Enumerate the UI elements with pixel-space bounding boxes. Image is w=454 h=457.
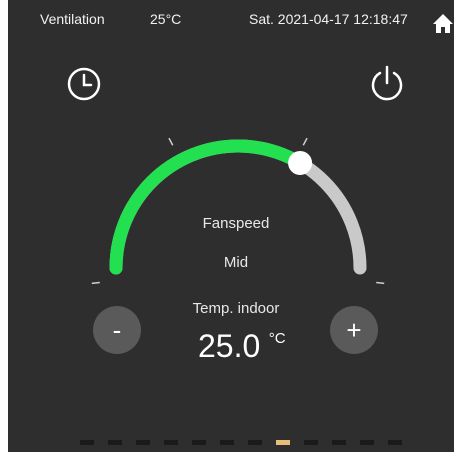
decrease-button[interactable]: - xyxy=(93,306,141,354)
dial-level xyxy=(109,139,307,275)
dial-tick xyxy=(91,281,100,285)
dial-track xyxy=(109,139,367,275)
temp-unit: °C xyxy=(268,330,286,347)
dial-knob xyxy=(288,150,313,175)
increase-button[interactable]: + xyxy=(330,306,378,354)
page-dot[interactable] xyxy=(220,440,234,445)
page-dot[interactable] xyxy=(276,440,290,445)
temp-label: Temp. indoor xyxy=(192,300,280,317)
temp-value: 25.0 xyxy=(198,328,261,364)
dial-title: Fanspeed xyxy=(202,215,270,232)
dial-tick xyxy=(376,281,385,285)
page-dot[interactable] xyxy=(164,440,178,445)
page-dot[interactable] xyxy=(108,440,122,445)
page-dot[interactable] xyxy=(304,440,318,445)
page-dot[interactable] xyxy=(192,440,206,445)
page-dot[interactable] xyxy=(388,440,402,445)
dial-value: Mid xyxy=(223,254,249,271)
page-dot[interactable] xyxy=(136,440,150,445)
page-dot[interactable] xyxy=(248,440,262,445)
thermostat-screen: Ventilation 25°C Sat. 2021-04-17 12:18:4… xyxy=(0,0,454,457)
page-indicator xyxy=(80,440,402,445)
page-dot[interactable] xyxy=(80,440,94,445)
dial-tick xyxy=(168,137,174,146)
page-dot[interactable] xyxy=(360,440,374,445)
page-dot[interactable] xyxy=(332,440,346,445)
plus-label: + xyxy=(346,314,362,345)
temp-readout: 25.0 °C xyxy=(198,328,286,365)
dial-tick xyxy=(302,137,308,146)
minus-label: - xyxy=(112,314,122,345)
control-panel: Ventilation 25°C Sat. 2021-04-17 12:18:4… xyxy=(8,0,454,452)
